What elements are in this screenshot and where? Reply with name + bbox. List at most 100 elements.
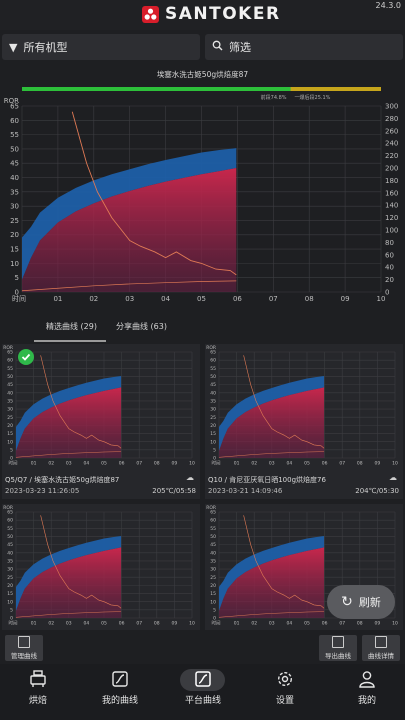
refresh-icon: ↻ — [341, 594, 353, 610]
x-tick-label: 08 — [357, 621, 363, 627]
y-left-tick-label: 20 — [210, 583, 216, 589]
nav-my-curves[interactable]: 我的曲线 — [92, 668, 148, 706]
manage-curves-label: 管理曲线 — [11, 652, 37, 660]
y-axis-label: ROR — [3, 345, 13, 351]
tab-shared-curves[interactable]: 分享曲线 (63) — [116, 321, 167, 332]
x-tick-label: 05 — [197, 295, 206, 303]
x-tick-label: 03 — [66, 621, 72, 627]
y-left-tick-label: 20 — [210, 423, 216, 429]
y-right-tick-label: 300 — [385, 102, 398, 110]
y-left-tick-label: 35 — [7, 558, 13, 564]
x-tick-label: 02 — [89, 295, 98, 303]
x-tick-label: 02 — [251, 461, 257, 467]
y-left-tick-label: 10 — [10, 260, 19, 268]
y-left-tick-label: 50 — [7, 534, 13, 540]
curve-detail-button[interactable]: 曲线详情 — [362, 635, 400, 661]
check-icon — [18, 349, 34, 365]
x-tick-label: 10 — [377, 295, 386, 303]
export-curve-button[interactable]: 导出曲线 — [319, 635, 357, 661]
y-left-tick-label: 45 — [7, 542, 13, 548]
curve-card[interactable]: 0 5 10 15 20 25 30 35 40 45 50 55 60 65 01 02 03 04 05 06 07… — [2, 344, 200, 499]
nav-my-curves-label: 我的曲线 — [101, 696, 138, 706]
nav-settings[interactable]: 设置 — [257, 668, 313, 706]
x-tick-label: 04 — [84, 461, 90, 467]
y-left-tick-label: 15 — [7, 591, 13, 597]
y-left-tick-label: 5 — [213, 607, 216, 613]
card-date: 2023-03-21 14:09:46 — [208, 487, 283, 495]
y-left-tick-label: 40 — [7, 390, 13, 396]
x-tick-label: 04 — [287, 621, 293, 627]
x-tick-label: 08 — [154, 461, 160, 467]
y-left-tick-label: 25 — [10, 217, 19, 225]
x-tick-label: 06 — [233, 295, 242, 303]
nav-mine[interactable]: 我的 — [339, 668, 395, 706]
x-tick-label: 02 — [48, 461, 54, 467]
x-tick-label: 05 — [101, 461, 107, 467]
nav-platform-label: 平台曲线 — [184, 696, 221, 706]
y-left-tick-label: 35 — [210, 558, 216, 564]
x-tick-label: 06 — [322, 461, 328, 467]
y-left-tick-label: 25 — [210, 415, 216, 421]
y-left-tick-label: 35 — [10, 188, 19, 196]
export-icon — [332, 636, 344, 648]
y-axis-label: ROR — [4, 97, 19, 105]
y-left-tick-label: 50 — [210, 534, 216, 540]
manage-curves-button[interactable]: 管理曲线 — [5, 635, 43, 661]
y-left-tick-label: 45 — [210, 382, 216, 388]
y-left-tick-label: 45 — [7, 382, 13, 388]
x-tick-label: 07 — [339, 621, 345, 627]
y-axis-label: ROR — [3, 505, 13, 511]
filter-button[interactable]: 筛选 — [205, 34, 403, 60]
curve-card[interactable]: 0 5 10 15 20 25 30 35 40 45 50 55 60 65 01 02 03 04 05 06 07… — [205, 344, 403, 499]
x-tick-label: 06 — [322, 621, 328, 627]
main-chart-title: 埃塞水洗古姬50g烘焙度87 — [156, 70, 249, 79]
y-left-tick-label: 10 — [7, 599, 13, 605]
y-left-tick-label: 40 — [210, 550, 216, 556]
y-right-tick-label: 180 — [385, 177, 398, 185]
main-roast-chart[interactable]: 前段74.8% 一爆后段25.1%051015202530354045505560… — [0, 80, 405, 306]
x-tick-label: 03 — [125, 295, 134, 303]
refresh-button[interactable]: ↻ 刷新 — [327, 585, 395, 619]
nav-platform-curves[interactable]: 平台曲线 — [175, 668, 231, 706]
y-left-tick-label: 55 — [7, 526, 13, 532]
y-right-tick-label: 100 — [385, 226, 398, 234]
x-tick-label: 01 — [31, 621, 37, 627]
x-tick-label: 08 — [154, 621, 160, 627]
y-left-tick-label: 50 — [7, 374, 13, 380]
santoker-logo-icon — [142, 6, 159, 23]
y-left-tick-label: 55 — [210, 526, 216, 532]
filter-label: 筛选 — [229, 41, 251, 54]
tab-selected-curves[interactable]: 精选曲线 (29) — [46, 321, 97, 332]
curve-icon — [92, 668, 148, 690]
x-tick-label: 10 — [392, 621, 398, 627]
app-version: 24.3.0 — [375, 1, 401, 10]
y-left-tick-label: 30 — [10, 203, 19, 211]
y-left-tick-label: 20 — [10, 231, 19, 239]
machine-type-select[interactable]: ▼ 所有机型 — [2, 34, 200, 60]
x-tick-label: 05 — [101, 621, 107, 627]
y-left-tick-label: 50 — [10, 145, 19, 153]
y-left-tick-label: 25 — [210, 575, 216, 581]
nav-roast[interactable]: 烘焙 — [10, 668, 66, 706]
y-right-tick-label: 20 — [385, 276, 394, 284]
card-thumbnail-chart: 0510152025303540455055606501 02 03 04 05 06 07… — [206, 345, 398, 467]
x-tick-label: 07 — [269, 295, 278, 303]
x-tick-label: 04 — [161, 295, 170, 303]
y-right-tick-label: 80 — [385, 239, 394, 247]
y-left-tick-label: 20 — [7, 583, 13, 589]
y-left-tick-label: 45 — [10, 160, 19, 168]
y-left-tick-label: 30 — [210, 567, 216, 573]
y-right-tick-label: 60 — [385, 251, 394, 259]
nav-roast-label: 烘焙 — [28, 696, 47, 706]
export-curve-label: 导出曲线 — [325, 652, 351, 660]
card-temp-time: 204℃/05:30 — [355, 487, 399, 495]
x-tick-label: 01 — [234, 461, 240, 467]
curve-card[interactable]: 0 5 10 15 20 25 30 35 40 45 50 55 60 65 01 02 03 04 05 06 07… — [2, 504, 200, 630]
x-tick-label: 04 — [84, 621, 90, 627]
tab-underline — [34, 340, 106, 342]
first-stage-percent: 前段74.8% — [261, 94, 287, 101]
y-left-tick-label: 60 — [10, 117, 19, 125]
x-tick-label: 05 — [304, 461, 310, 467]
y-left-tick-label: 15 — [10, 246, 19, 254]
y-left-tick-label: 5 — [15, 274, 19, 282]
